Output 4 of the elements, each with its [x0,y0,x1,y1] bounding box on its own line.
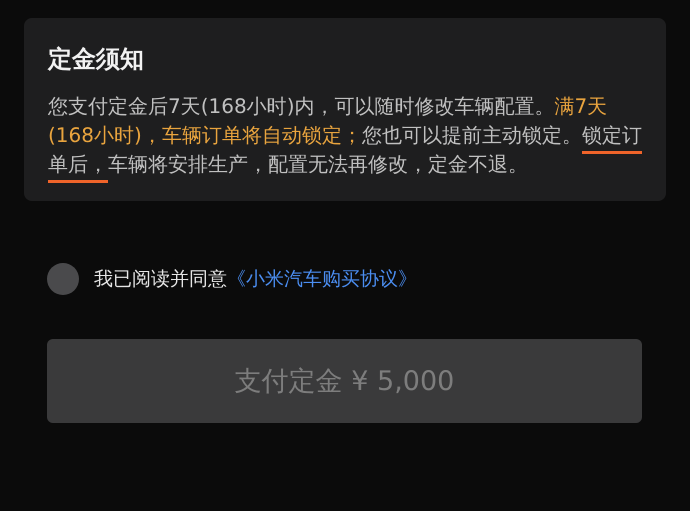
agree-checkbox[interactable] [47,263,79,295]
agreement-link[interactable]: 《小米汽车购买协议》 [227,266,417,292]
agree-label: 我已阅读并同意 [94,267,227,292]
notice-title: 定金须知 [48,44,145,75]
